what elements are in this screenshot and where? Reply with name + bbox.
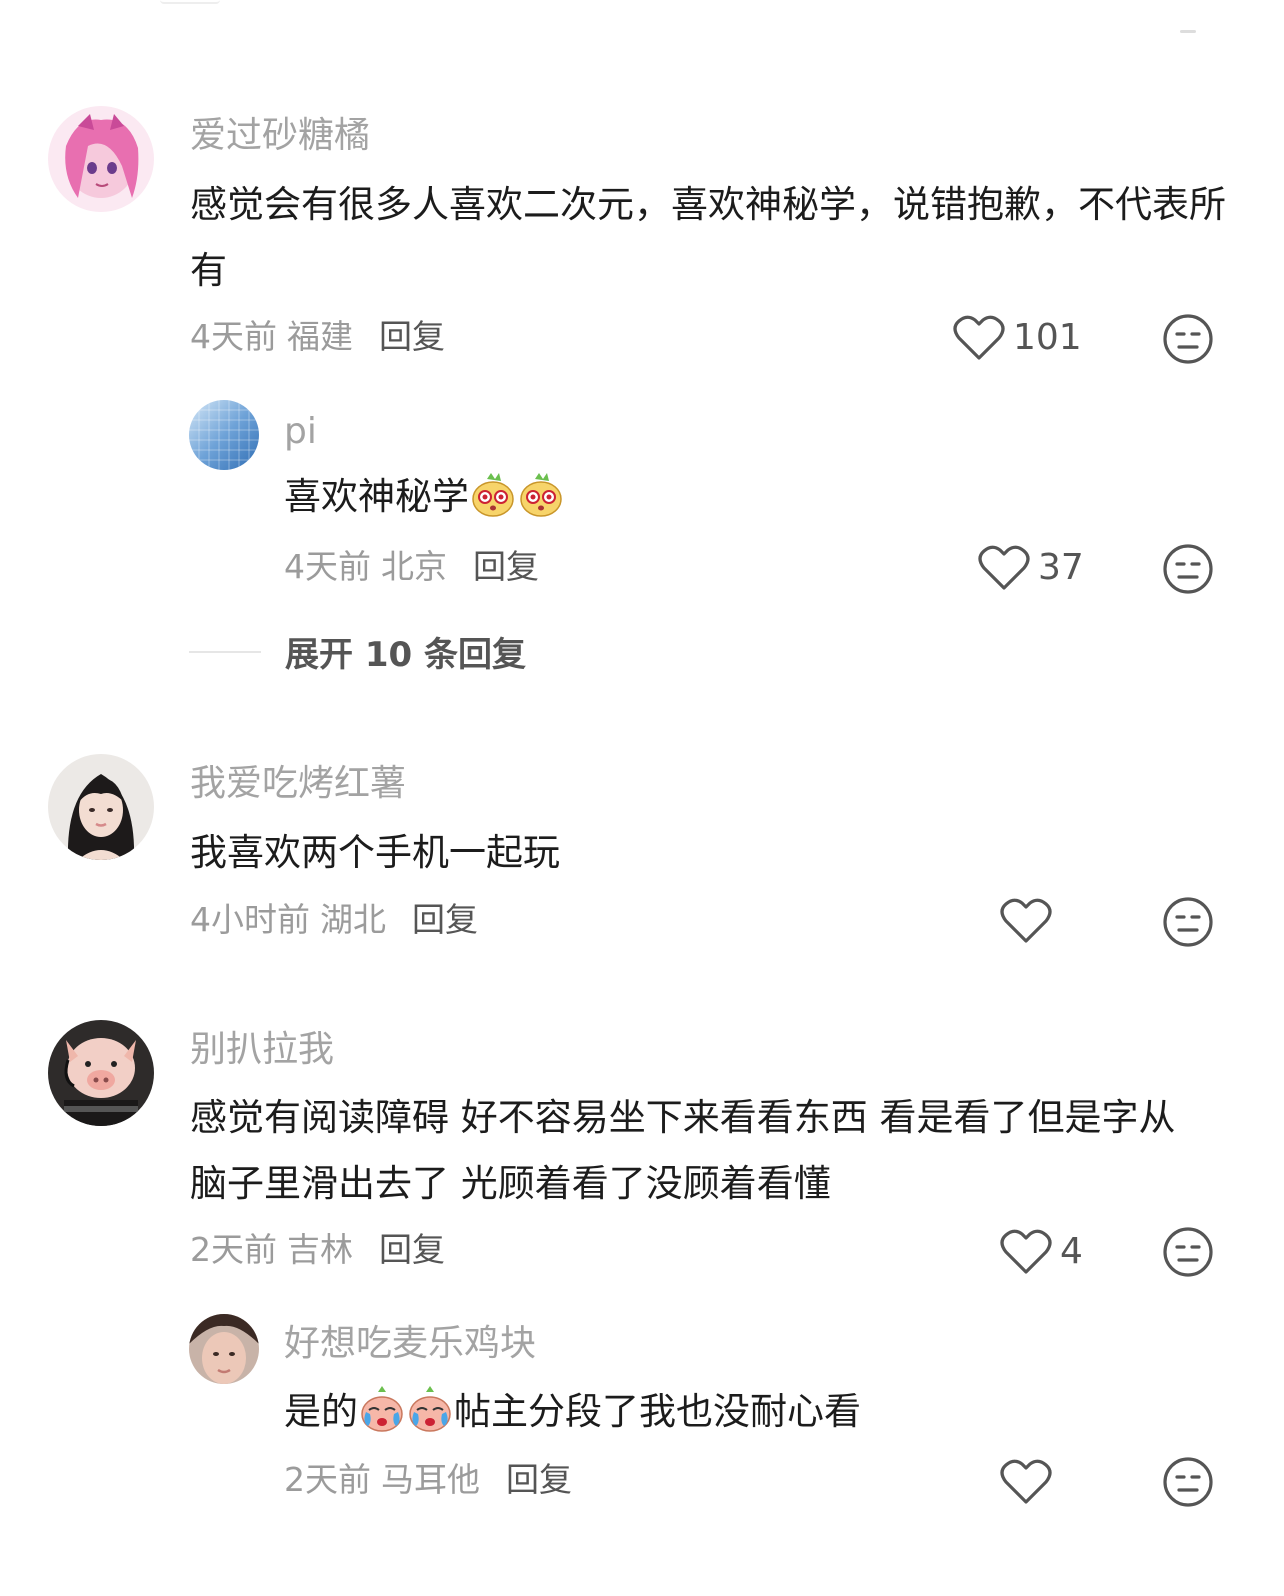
username[interactable]: 好想吃麦乐鸡块 bbox=[284, 1326, 536, 1362]
reply-button[interactable]: 回复 bbox=[473, 547, 539, 586]
crying-face-emoji bbox=[358, 1386, 406, 1434]
username[interactable]: 爱过砂糖橘 bbox=[190, 118, 370, 154]
comment-text: 感觉会有很多人喜欢二次元，喜欢神秘学，说错抱歉，不代表所有 bbox=[190, 183, 1226, 292]
meh-face-icon bbox=[1163, 1457, 1213, 1507]
avatar[interactable] bbox=[189, 400, 259, 470]
shocked-face-emoji bbox=[469, 471, 517, 519]
comment-text-part: 帖主分段了我也没耐心看 bbox=[454, 1390, 861, 1433]
like-count: 101 bbox=[1013, 317, 1082, 358]
comment-text-body: 喜欢神秘学 bbox=[284, 475, 469, 518]
comment-meta: 4天前 北京 回复 bbox=[284, 550, 539, 583]
like-button[interactable]: 37 bbox=[978, 545, 1084, 591]
comment-location: 吉林 bbox=[287, 1230, 353, 1269]
like-count: 4 bbox=[1060, 1231, 1083, 1272]
shocked-face-emoji bbox=[517, 471, 565, 519]
comment-location: 福建 bbox=[287, 317, 353, 356]
comment-text: 感觉有阅读障碍 好不容易坐下来看看东西 看是看了但是字从脑子里滑出去了 光顾着看… bbox=[190, 1096, 1176, 1205]
heart-icon bbox=[978, 545, 1030, 590]
comment-time: 4小时前 bbox=[190, 900, 310, 939]
comment-meta: 4天前 福建 回复 bbox=[190, 320, 445, 353]
heart-icon bbox=[953, 315, 1005, 360]
reply-button[interactable]: 回复 bbox=[506, 1460, 572, 1499]
comment-text: 我喜欢两个手机一起玩 bbox=[190, 831, 560, 874]
crying-face-emoji bbox=[406, 1386, 454, 1434]
like-button[interactable] bbox=[1000, 1459, 1060, 1505]
expand-divider bbox=[189, 650, 261, 653]
top-divider-remnant bbox=[160, 0, 220, 4]
top-right-mark bbox=[1180, 30, 1196, 33]
avatar[interactable] bbox=[48, 754, 154, 860]
like-button[interactable]: 4 bbox=[1000, 1229, 1083, 1275]
avatar[interactable] bbox=[48, 106, 154, 212]
expand-replies-label: 展开 10 条回复 bbox=[285, 635, 526, 675]
meh-face-icon bbox=[1163, 544, 1213, 594]
avatar[interactable] bbox=[189, 1314, 259, 1384]
like-count: 37 bbox=[1038, 547, 1084, 588]
meh-face-icon bbox=[1163, 1227, 1213, 1277]
meh-face-icon bbox=[1163, 314, 1213, 364]
heart-icon bbox=[1000, 898, 1052, 943]
reply-button[interactable]: 回复 bbox=[412, 900, 478, 939]
username[interactable]: 我爱吃烤红薯 bbox=[190, 766, 406, 802]
reply-button[interactable]: 回复 bbox=[379, 1230, 445, 1269]
heart-icon bbox=[1000, 1459, 1052, 1504]
expand-replies-button[interactable]: 展开 10 条回复 bbox=[189, 627, 526, 676]
comment-time: 4天前 bbox=[284, 547, 371, 586]
comment-time: 4天前 bbox=[190, 317, 277, 356]
comment-location: 马耳他 bbox=[381, 1460, 480, 1499]
avatar[interactable] bbox=[48, 1020, 154, 1126]
dislike-button[interactable] bbox=[1162, 1226, 1214, 1278]
meh-face-icon bbox=[1163, 897, 1213, 947]
comment-time: 2天前 bbox=[284, 1460, 371, 1499]
dislike-button[interactable] bbox=[1162, 543, 1214, 595]
username[interactable]: 别扒拉我 bbox=[190, 1032, 334, 1068]
heart-icon bbox=[1000, 1229, 1052, 1274]
comment-text: 喜欢神秘学 bbox=[284, 464, 565, 530]
comment-meta: 2天前 马耳他 回复 bbox=[284, 1463, 572, 1496]
comment-text-part: 是的 bbox=[284, 1390, 358, 1433]
comment-meta: 4小时前 湖北 回复 bbox=[190, 903, 478, 936]
comment-text: 是的 帖主分段了我也没耐心看 bbox=[284, 1379, 861, 1445]
dislike-button[interactable] bbox=[1162, 1456, 1214, 1508]
like-button[interactable] bbox=[1000, 898, 1060, 944]
comment-location: 湖北 bbox=[320, 900, 386, 939]
username[interactable]: pi bbox=[284, 414, 317, 450]
reply-button[interactable]: 回复 bbox=[379, 317, 445, 356]
dislike-button[interactable] bbox=[1162, 896, 1214, 948]
comment-location: 北京 bbox=[381, 547, 447, 586]
like-button[interactable]: 101 bbox=[953, 315, 1082, 361]
comment-meta: 2天前 吉林 回复 bbox=[190, 1233, 445, 1266]
dislike-button[interactable] bbox=[1162, 313, 1214, 365]
comment-time: 2天前 bbox=[190, 1230, 277, 1269]
